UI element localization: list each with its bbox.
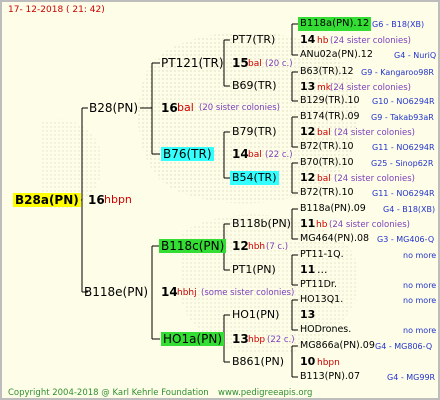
ancestor-number: 10: [300, 355, 316, 368]
ancestor-row-name[interactable]: B118a(PN).12: [298, 17, 372, 31]
footer-site-link[interactable]: www.pedigreeapis.org: [218, 386, 312, 398]
footer-copyright: Copyright 2004-2018 @ Karl Kehrle Founda…: [8, 388, 209, 398]
ancestor-number: 14: [300, 33, 316, 46]
node-b76-breed: bal: [248, 150, 262, 160]
ancestor-row-name[interactable]: MG866a(PN).09: [300, 339, 375, 353]
ancestor-row-info: G4 - MG99R: [387, 373, 436, 382]
ancestor-row-name[interactable]: PT11-1Q.: [300, 248, 344, 262]
timestamp: 17- 12-2018 ( 21: 42): [8, 5, 105, 15]
node-pt7[interactable]: PT7(TR): [232, 33, 275, 47]
ancestor-row-info: no more: [403, 296, 437, 305]
ancestor-breed: hb: [317, 36, 329, 46]
node-ho1a[interactable]: HO1a(PN): [161, 332, 225, 346]
node-b118e-note: (some sister colonies): [201, 288, 295, 298]
ancestor-breed: bal: [317, 128, 331, 138]
node-b76-number: 14: [232, 147, 249, 161]
node-pt121[interactable]: PT121(TR): [161, 56, 224, 70]
node-ho1[interactable]: HO1(PN): [232, 308, 279, 322]
ancestor-row-name[interactable]: B70(TR).10: [300, 156, 354, 170]
node-pt121-breed: bal: [248, 59, 262, 69]
ancestor-note: (24 sister colonies): [330, 83, 411, 93]
node-b118c-number: 12: [232, 239, 249, 253]
node-pt121-note: (20 c.): [265, 59, 293, 69]
node-b69[interactable]: B69(TR): [232, 79, 277, 93]
ancestor-row-info: G10 - NO6294R: [372, 97, 435, 106]
node-b118e-number: 14: [161, 285, 178, 299]
node-b118b[interactable]: B118b(PN): [232, 217, 291, 231]
ancestor-breed: bal: [317, 174, 331, 184]
node-b28-number: 16: [161, 101, 178, 115]
pedigree-chart: 17- 12-2018 ( 21: 42) B28a(PN) 16 hbpn B…: [0, 0, 440, 400]
ancestor-number: 12: [300, 171, 316, 184]
ancestor-row-name[interactable]: PT11Dr.: [300, 278, 337, 292]
ancestor-number: 11: [300, 263, 316, 276]
ancestor-row-info: G4 - B18(XB): [383, 205, 436, 214]
node-b118e[interactable]: B118e(PN): [84, 285, 148, 299]
ancestor-row-info: G4 - NuriQ: [394, 51, 437, 60]
ancestor-row-name[interactable]: B174(TR).09: [300, 110, 360, 124]
ancestor-row-info: G25 - Sinop62R: [371, 159, 434, 168]
root-queen-breed: hbpn: [104, 193, 132, 206]
node-b79[interactable]: B79(TR): [232, 125, 277, 139]
node-ho1a-note: (22 c.): [267, 335, 295, 345]
ancestor-breed: hbpn: [317, 358, 340, 368]
node-b118c-breed: hbh: [248, 242, 266, 252]
ancestor-row-name[interactable]: MG464(PN).08: [300, 232, 369, 246]
node-b118c[interactable]: B118c(PN): [159, 239, 227, 253]
ancestor-note: (24 sister colonies): [330, 36, 411, 46]
ancestor-note: (24 sister colonies): [329, 220, 410, 230]
ancestor-breed: ...: [317, 263, 328, 276]
node-pt121-number: 15: [232, 56, 249, 70]
ancestor-row-info: G11 - NO6294R: [372, 143, 435, 152]
ancestor-row-info: G9 - Kangaroo98R: [361, 68, 434, 77]
root-queen-number: 16: [88, 193, 105, 207]
node-b118e-breed: hbhj: [177, 288, 197, 298]
node-b76[interactable]: B76(TR): [161, 147, 214, 161]
ancestor-row-info: G4 - MG806-Q: [375, 342, 433, 351]
node-ho1a-breed: hbp: [248, 335, 266, 345]
root-queen-name[interactable]: B28a(PN): [13, 193, 81, 207]
node-ho1a-number: 13: [232, 332, 249, 346]
node-b28-note: (20 sister colonies): [199, 103, 280, 113]
ancestor-row-info: G9 - Takab93aR: [371, 113, 434, 122]
node-pt1[interactable]: PT1(PN): [232, 263, 276, 277]
ancestor-number: 12: [300, 125, 316, 138]
node-b28[interactable]: B28(PN): [89, 101, 138, 115]
ancestor-note: (24 sister colonies): [334, 174, 415, 184]
ancestor-row-name[interactable]: HO13Q1.: [300, 293, 343, 307]
ancestor-row-name[interactable]: B72(TR).10: [300, 186, 354, 200]
ancestor-breed: mk: [317, 83, 331, 93]
ancestor-row-info: G3 - MG406-Q: [377, 235, 435, 244]
node-b76-note: (22 c.): [265, 150, 293, 160]
ancestor-row-info: no more: [403, 326, 437, 335]
ancestor-row-info: G11 - NO6294R: [372, 189, 435, 198]
ancestor-row-info: G6 - B18(XB): [372, 20, 425, 29]
ancestor-row-name[interactable]: HODrones.: [300, 323, 351, 337]
ancestor-number: 13: [300, 308, 316, 321]
ancestor-number: 13: [300, 80, 316, 93]
ancestor-row-name[interactable]: B72(TR).10: [300, 140, 354, 154]
node-b54[interactable]: B54(TR): [230, 171, 279, 185]
ancestor-row-name[interactable]: ANu02a(PN).12: [300, 48, 373, 62]
ancestor-row-name[interactable]: B118a(PN).09: [300, 202, 366, 216]
node-b118c-note: (7 c.): [266, 242, 289, 252]
node-b861[interactable]: B861(PN): [232, 355, 284, 369]
ancestor-row-name[interactable]: B129(TR).10: [300, 94, 360, 108]
ancestor-row-info: no more: [403, 281, 437, 290]
ancestor-breed: hb: [316, 220, 328, 230]
ancestor-row-name[interactable]: B113(PN).07: [300, 370, 360, 384]
node-b28-breed: bal: [177, 101, 194, 114]
ancestor-number: 11: [300, 217, 316, 230]
ancestor-row-info: no more: [403, 251, 437, 260]
ancestor-row-name[interactable]: B63(TR).12: [300, 65, 354, 79]
ancestor-note: (24 sister colonies): [334, 128, 415, 138]
